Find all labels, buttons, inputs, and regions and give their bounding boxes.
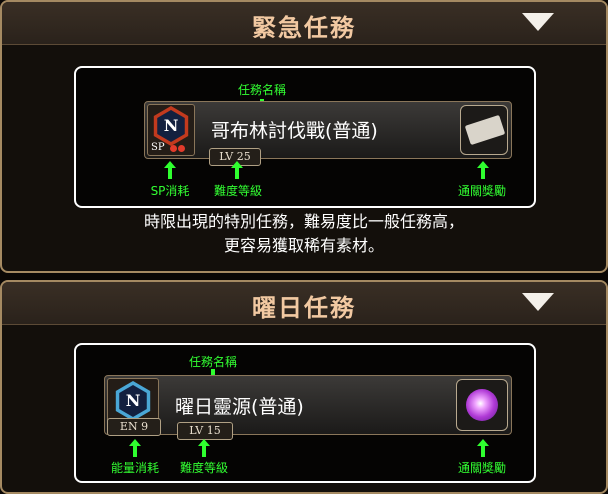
daily-mission-header[interactable]: 曜日任務 [2,282,606,325]
daily-mission-title: 曜日任務 [252,294,356,322]
sp-dot-icon [178,145,185,152]
annotation-energy-cost: 能量消耗 [110,461,159,475]
n-hexagon-icon: N [153,106,189,146]
triangle-down-icon[interactable] [522,13,554,31]
mission-name: 曜日靈源(普通) [175,396,304,418]
triangle-down-icon[interactable] [522,293,554,311]
spirit-orb-icon [456,379,508,431]
annotation-sp-cost: SP消耗 [150,184,190,198]
annotation-mission-name: 任務名稱 [188,355,237,369]
arrow-up-icon [198,439,210,457]
emergency-mission-header[interactable]: 緊急任務 [2,2,606,45]
sp-cost-label: SP [151,142,165,153]
annotation-reward: 通關獎勵 [457,184,506,198]
arrow-up-icon [477,439,489,457]
mission-row[interactable]: N SP 哥布林討伐戰(普通) LV 25 [144,101,512,166]
annotation-difficulty: 難度等級 [213,184,262,198]
arrow-up-icon [477,161,489,179]
gacha-ticket-icon [460,105,508,155]
mission-name: 哥布林討伐戰(普通) [211,120,378,142]
energy-cost-label: EN 9 [107,418,161,436]
arrow-up-icon [164,161,176,179]
mission-badge-frame: N SP [147,104,195,156]
sp-dot-icon [170,145,177,152]
arrow-up-icon [129,439,141,457]
daily-mission-example: 任務名稱 N EN 9 曜日靈源(普通) LV 15 能量消耗 難度等級 通關獎… [74,343,536,483]
mission-level: LV 15 [177,422,233,440]
annotation-mission-name: 任務名稱 [237,83,286,97]
emergency-description-line1: 時限出現的特別任務，難易度比一般任務高， [143,212,464,231]
emergency-mission-title: 緊急任務 [252,14,356,42]
emergency-mission-panel: 緊急任務 任務名稱 N SP 哥布林討伐戰(普通) LV 25 SP消耗 難度等… [0,0,608,273]
daily-mission-panel: 曜日任務 任務名稱 N EN 9 曜日靈源(普通) LV 15 能量消耗 難度等… [0,280,608,494]
emergency-description-line2: 更容易獲取稀有素材。 [223,236,384,255]
arrow-up-icon [231,161,243,179]
mission-row[interactable]: N EN 9 曜日靈源(普通) LV 15 [104,375,512,440]
n-hexagon-icon: N [115,381,151,421]
annotation-reward: 通關獎勵 [457,461,506,475]
emergency-mission-example: 任務名稱 N SP 哥布林討伐戰(普通) LV 25 SP消耗 難度等級 通關獎… [74,66,536,208]
annotation-difficulty: 難度等級 [179,461,228,475]
